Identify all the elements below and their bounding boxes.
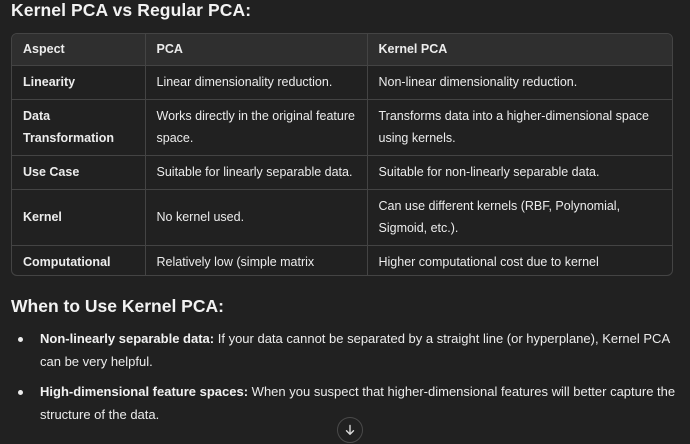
- table-header-row: Aspect PCA Kernel PCA: [12, 34, 672, 66]
- bullet-title: Non-linearly separable data:: [40, 331, 215, 346]
- cell-pca: Linear dimensionality reduction.: [145, 65, 368, 100]
- cell-pca: Relatively low (simple matrix operations…: [145, 245, 368, 275]
- cell-kernel-pca: Can use different kernels (RBF, Polynomi…: [367, 189, 672, 246]
- list-item: Non-linearly separable data: If your dat…: [16, 328, 676, 373]
- cell-pca: Works directly in the original feature s…: [145, 99, 368, 156]
- table-row: Computational Cost Relatively low (simpl…: [12, 245, 672, 275]
- bullet-dot-icon: [18, 390, 23, 395]
- header-pca: PCA: [145, 34, 368, 66]
- cell-aspect: Data Transformation: [12, 99, 146, 156]
- cell-pca: Suitable for linearly separable data.: [145, 155, 368, 190]
- table-row: Linearity Linear dimensionality reductio…: [12, 65, 672, 100]
- comparison-table: Aspect PCA Kernel PCA Linearity Linear d…: [11, 33, 673, 276]
- cell-pca: No kernel used.: [145, 189, 368, 246]
- cell-kernel-pca: Transforms data into a higher-dimensiona…: [367, 99, 672, 156]
- cell-kernel-pca: Non-linear dimensionality reduction.: [367, 65, 672, 100]
- cell-aspect: Kernel: [12, 189, 146, 246]
- table-row: Kernel No kernel used. Can use different…: [12, 189, 672, 246]
- bullet-dot-icon: [18, 337, 23, 342]
- bullet-title: High-dimensional feature spaces:: [40, 384, 249, 399]
- header-aspect: Aspect: [12, 34, 146, 66]
- cell-aspect: Computational Cost: [12, 245, 146, 275]
- section-heading-when-to-use: When to Use Kernel PCA:: [11, 296, 224, 316]
- section-heading-comparison: Kernel PCA vs Regular PCA:: [11, 0, 252, 20]
- cell-kernel-pca: Higher computational cost due to kernel …: [378, 254, 599, 269]
- scroll-to-bottom-button[interactable]: [337, 417, 363, 443]
- cell-kernel-pca: Suitable for non-linearly separable data…: [367, 155, 672, 190]
- arrow-down-icon: [345, 424, 355, 435]
- cell-aspect: Linearity: [12, 65, 146, 100]
- cell-aspect: Use Case: [12, 155, 146, 190]
- table-row: Use Case Suitable for linearly separable…: [12, 155, 672, 190]
- table-row: Data Transformation Works directly in th…: [12, 99, 672, 156]
- header-kernel-pca: Kernel PCA: [367, 34, 672, 66]
